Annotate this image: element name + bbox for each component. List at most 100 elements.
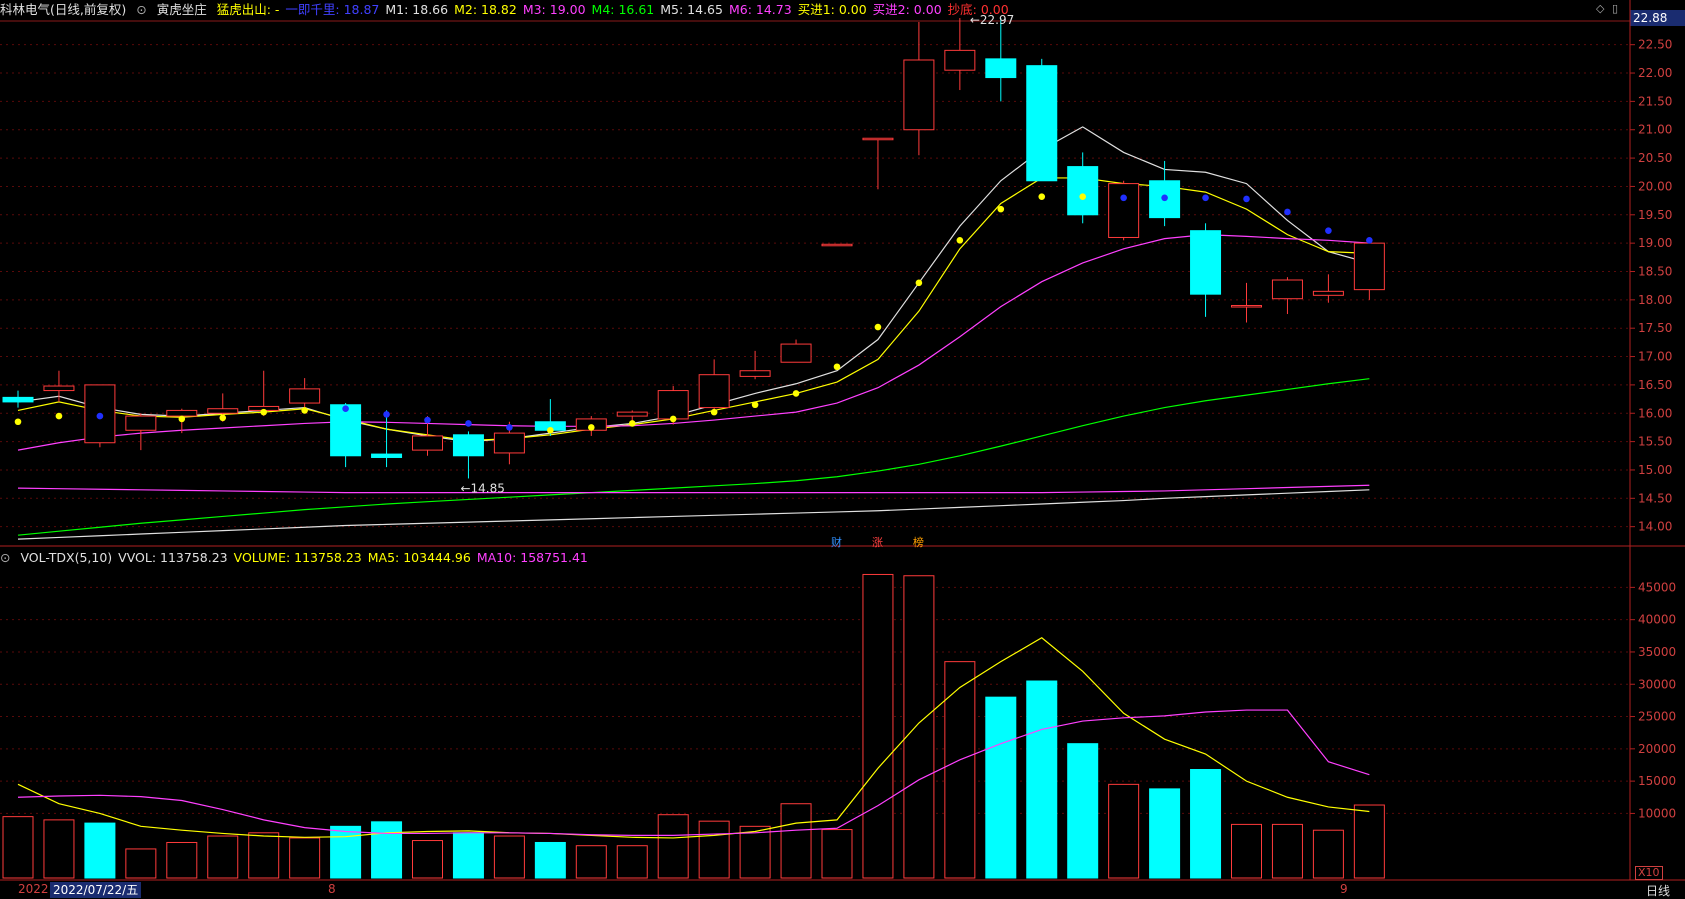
candle-body xyxy=(862,137,894,141)
volume-bar xyxy=(1190,769,1222,879)
volume-bar xyxy=(125,848,157,879)
volume-bar xyxy=(739,825,771,879)
y-tick-label: 20000 xyxy=(1638,742,1676,756)
candle-body xyxy=(166,409,198,417)
volume-bar xyxy=(166,841,198,879)
ma-line-M4 xyxy=(17,378,1370,536)
event-marker[interactable]: 涨 xyxy=(872,534,883,550)
volume-bar xyxy=(289,837,321,879)
signal-dot xyxy=(833,363,841,371)
volume-bar xyxy=(575,845,607,879)
signal-dot xyxy=(1284,208,1291,216)
y-tick-label: 22.00 xyxy=(1638,66,1672,80)
candle-body xyxy=(657,390,689,420)
volume-bar xyxy=(2,816,34,879)
volume-bar xyxy=(248,832,280,879)
y-tick-label: 18.50 xyxy=(1638,264,1672,278)
volume-bar xyxy=(412,840,443,879)
volume-bar xyxy=(493,835,525,879)
ma-line-M5 xyxy=(17,489,1370,540)
y-tick-label: 17.50 xyxy=(1638,321,1672,335)
month-9-label: 9 xyxy=(1340,882,1348,896)
scale-badge[interactable]: X10 xyxy=(1635,866,1663,880)
volume-bar xyxy=(698,820,730,879)
candle-body xyxy=(1271,279,1303,300)
candle-body xyxy=(43,385,75,392)
volume-bar xyxy=(780,803,812,879)
y-tick-label: 25000 xyxy=(1638,710,1676,724)
y-tick-label: 16.50 xyxy=(1638,378,1672,392)
volume-bar xyxy=(944,661,976,879)
y-tick-label: 30000 xyxy=(1638,677,1676,691)
signal-dot xyxy=(669,415,677,423)
volume-bar xyxy=(371,821,403,879)
candle-body xyxy=(2,396,34,403)
candle-body xyxy=(1067,166,1099,216)
signal-dot xyxy=(14,418,22,426)
signal-dot xyxy=(874,323,882,331)
volume-bar xyxy=(1231,823,1262,879)
y-tick-label: 15000 xyxy=(1638,774,1676,788)
signal-dot xyxy=(547,426,554,434)
signal-dot xyxy=(1366,237,1373,244)
volume-bar xyxy=(821,829,853,879)
y-tick-label: 45000 xyxy=(1638,580,1676,594)
signal-dot xyxy=(588,424,595,431)
signal-dot xyxy=(96,412,104,420)
signal-dot xyxy=(219,414,227,422)
y-tick-label: 15.00 xyxy=(1638,463,1672,477)
signal-dot xyxy=(956,237,964,244)
y-tick-label: 22.50 xyxy=(1638,38,1672,52)
chart-canvas[interactable]: 14.00 14.50 15.00 15.50 16.00 16.50 17.00 17.50… xyxy=(0,0,1685,899)
y-tick-label: 15.50 xyxy=(1638,435,1672,449)
volume-bar xyxy=(84,822,116,879)
year-label: 2022 xyxy=(18,882,49,896)
y-tick-label: 35000 xyxy=(1638,645,1676,659)
signal-dot xyxy=(465,420,472,427)
volume-bar xyxy=(1067,743,1099,879)
candle-body xyxy=(1108,183,1140,238)
candle-body xyxy=(1231,305,1262,308)
volume-bar xyxy=(452,832,484,879)
candle-body xyxy=(1353,242,1385,291)
y-tick-label: 14.00 xyxy=(1638,520,1672,534)
signal-dot xyxy=(301,407,308,414)
candle-body xyxy=(903,59,935,131)
y-tick-label: 20.00 xyxy=(1638,179,1672,193)
event-marker[interactable]: 财 xyxy=(831,534,842,550)
signal-dot xyxy=(915,279,923,287)
volume-bar xyxy=(1026,680,1058,879)
volume-bar xyxy=(534,841,566,879)
candle-body xyxy=(1026,65,1058,182)
volume-bar xyxy=(903,575,935,879)
candle-body xyxy=(821,243,853,247)
signal-dot xyxy=(1161,194,1168,202)
candle-body xyxy=(330,404,362,457)
signal-dot xyxy=(383,411,390,418)
signal-dot xyxy=(1325,227,1332,234)
date-badge: 2022/07/22/五 xyxy=(50,882,142,898)
period-label[interactable]: 日线 xyxy=(1646,882,1670,899)
signal-dot xyxy=(424,416,431,424)
y-tick-label: 19.00 xyxy=(1638,236,1672,250)
y-tick-label: 21.50 xyxy=(1638,94,1672,108)
candle-body xyxy=(452,434,484,457)
candle-body xyxy=(780,343,812,363)
volume-bar xyxy=(1312,829,1344,879)
candle-body xyxy=(739,370,771,377)
y-tick-label: 40000 xyxy=(1638,613,1676,627)
signal-dot xyxy=(1079,193,1086,200)
candle-body xyxy=(616,411,648,417)
volume-bar xyxy=(1108,783,1140,879)
event-marker[interactable]: 榜 xyxy=(913,534,924,550)
y-tick-label: 14.50 xyxy=(1638,491,1672,505)
y-tick-label: 18.00 xyxy=(1638,293,1672,307)
signal-dot xyxy=(1202,194,1209,202)
y-tick-label: 21.00 xyxy=(1638,123,1672,137)
signal-dot xyxy=(1120,194,1127,202)
signal-dot xyxy=(792,390,800,397)
signal-dot xyxy=(997,205,1005,213)
candle-body xyxy=(698,374,730,409)
volume-bar xyxy=(330,825,362,879)
signal-dot xyxy=(1038,193,1046,200)
